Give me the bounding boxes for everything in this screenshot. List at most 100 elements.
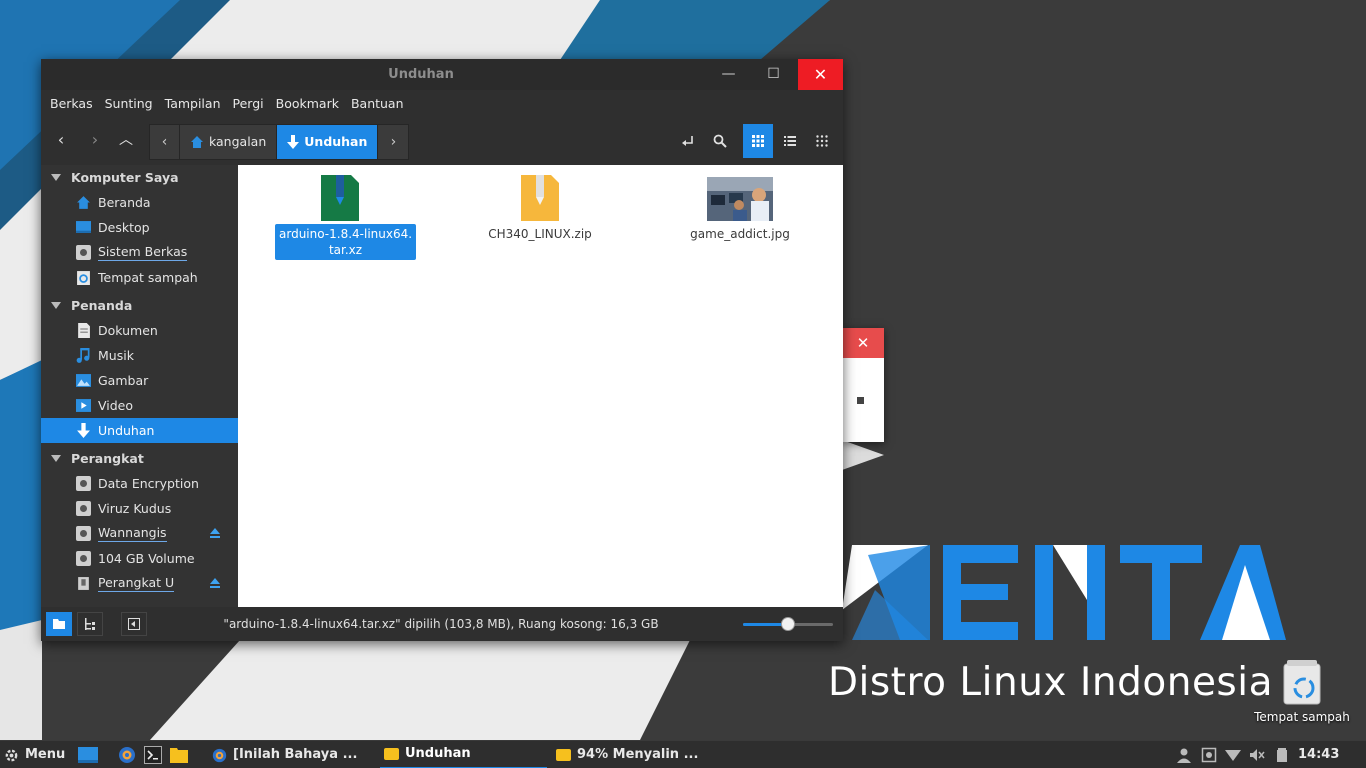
desktop-trash-shortcut[interactable]: Tempat sampah [1252,660,1352,724]
volume-muted-icon[interactable] [1249,747,1265,763]
breadcrumb-kangalan[interactable]: kangalan [180,125,278,159]
search-icon [713,134,727,148]
menu-pergi[interactable]: Pergi [227,90,270,118]
sidebar-item-data-encryption[interactable]: Data Encryption [41,471,238,496]
sidebar-item-desktop[interactable]: Desktop [41,215,238,240]
sidebar-item-tempat-sampah[interactable]: Tempat sampah [41,265,238,290]
launcher-browser[interactable] [118,746,136,764]
sidebar-item-wannangis[interactable]: Wannangis [41,521,238,546]
eject-icon[interactable] [210,528,220,538]
breadcrumb-scroll-right-button[interactable]: › [378,125,408,159]
titlebar[interactable]: Unduhan — ☐ ✕ [41,59,843,90]
sidebar-item-label: Musik [98,348,134,363]
sidebar-section-penanda[interactable]: Penanda [41,293,238,318]
start-menu-label: Menu [25,747,66,762]
sidebar-item-label: Sistem Berkas [98,244,188,261]
sidebar-item-musik[interactable]: Musik [41,343,238,368]
launcher-terminal[interactable] [144,746,162,764]
file-item-arduino[interactable]: arduino-1.8.4-linux64. tar.xz [275,175,417,260]
compact-view-button[interactable] [807,124,837,158]
maximize-button[interactable]: ☐ [751,59,796,90]
battery-icon[interactable] [1274,747,1290,763]
file-manager-window[interactable]: Unduhan — ☐ ✕ Berkas Sunting Tampilan Pe… [41,59,843,641]
file-item-ch340[interactable]: CH340_LINUX.zip [475,175,605,244]
bg-window-content-dot [857,397,864,404]
menu-bantuan[interactable]: Bantuan [345,90,410,118]
hide-sidebar-button[interactable] [121,612,147,636]
launcher-files[interactable] [170,746,188,764]
sidebar-item-viruz-kudus[interactable]: Viruz Kudus [41,496,238,521]
trash-icon [77,271,90,285]
menu-sunting[interactable]: Sunting [99,90,159,118]
sidebar-section-perangkat[interactable]: Perangkat [41,446,238,471]
home-icon [191,136,203,148]
sidebar-item-gambar[interactable]: Gambar [41,368,238,393]
start-menu-button[interactable]: Menu [4,741,65,768]
taskbar: Menu [Inilah Bahaya ... Unduhan 94% Meny… [0,740,1366,768]
picture-icon [76,374,91,387]
menu-bookmark[interactable]: Bookmark [270,90,345,118]
download-icon [287,135,300,149]
location-entry-icon [682,136,693,146]
list-view-button[interactable] [775,124,805,158]
background-window[interactable]: ✕ [842,328,884,442]
sidebar-item-label: Video [98,398,134,413]
wifi-icon[interactable] [1225,747,1241,763]
task-label: 94% Menyalin ... [577,747,699,762]
menu-berkas[interactable]: Berkas [44,90,99,118]
sidebar-item-perangkat-u[interactable]: Perangkat U [41,571,238,596]
task-browser[interactable]: [Inilah Bahaya ... [208,741,372,768]
icon-view-button[interactable] [743,124,773,158]
sidebar-item-label: Gambar [98,373,149,388]
file-item-game-addict[interactable]: game_addict.jpg [675,175,805,244]
bg-window-close-button[interactable]: ✕ [842,328,884,358]
sidebar-item-unduhan[interactable]: Unduhan [41,418,238,443]
task-copy-progress[interactable]: 94% Menyalin ... [552,741,722,768]
up-button[interactable]: ︿ [111,126,141,154]
window-title: Unduhan [388,67,454,82]
forward-button[interactable]: › [80,126,110,154]
clock[interactable]: 14:43 [1298,741,1339,768]
sidebar-item-dokumen[interactable]: Dokumen [41,318,238,343]
desktop-trash-label: Tempat sampah [1254,710,1350,724]
sidebar-item-beranda[interactable]: Beranda [41,190,238,215]
sidebar-section-komputer-saya[interactable]: Komputer Saya [41,165,238,190]
sidebar-item-video[interactable]: Video [41,393,238,418]
task-unduhan[interactable]: Unduhan [380,741,547,768]
eject-icon[interactable] [210,578,220,588]
show-treeview-button[interactable] [77,612,103,636]
sidebar-item-label: Viruz Kudus [98,501,172,516]
zoom-slider[interactable] [743,617,833,631]
toggle-location-button[interactable] [673,124,703,158]
sidebar-item-104-gb-volume[interactable]: 104 GB Volume [41,546,238,571]
menubar: Berkas Sunting Tampilan Pergi Bookmark B… [41,90,843,118]
sidebar-item-label: 104 GB Volume [98,551,195,566]
task-label: Unduhan [405,746,471,761]
breadcrumb-label: Unduhan [304,134,368,149]
minimize-button[interactable]: — [706,59,751,90]
drive-manager-icon[interactable] [1201,747,1217,763]
compact-grid-icon [816,135,828,147]
music-icon [76,348,90,363]
back-button[interactable]: ‹ [46,126,76,154]
launcher-show-desktop[interactable] [78,746,98,764]
file-view[interactable]: arduino-1.8.4-linux64. tar.xz CH340_LINU… [238,165,843,607]
document-icon [78,323,90,338]
breadcrumb-unduhan[interactable]: Unduhan [277,125,379,159]
sidebar-item-sistem-berkas[interactable]: Sistem Berkas [41,240,238,265]
grid-icon [752,135,764,147]
show-places-button[interactable] [46,612,72,636]
close-button[interactable]: ✕ [798,59,843,90]
zoom-slider-handle[interactable] [781,617,795,631]
terminal-icon [144,746,162,764]
home-icon [77,196,90,209]
search-button[interactable] [705,124,735,158]
breadcrumb-scroll-left-button[interactable]: ‹ [150,125,180,159]
tree-icon [85,618,95,630]
sidebar-item-label: Dokumen [98,323,158,338]
section-title: Penanda [71,298,133,313]
menu-tampilan[interactable]: Tampilan [159,90,227,118]
download-icon [77,423,90,438]
video-icon [76,399,91,412]
user-icon[interactable] [1176,747,1192,763]
